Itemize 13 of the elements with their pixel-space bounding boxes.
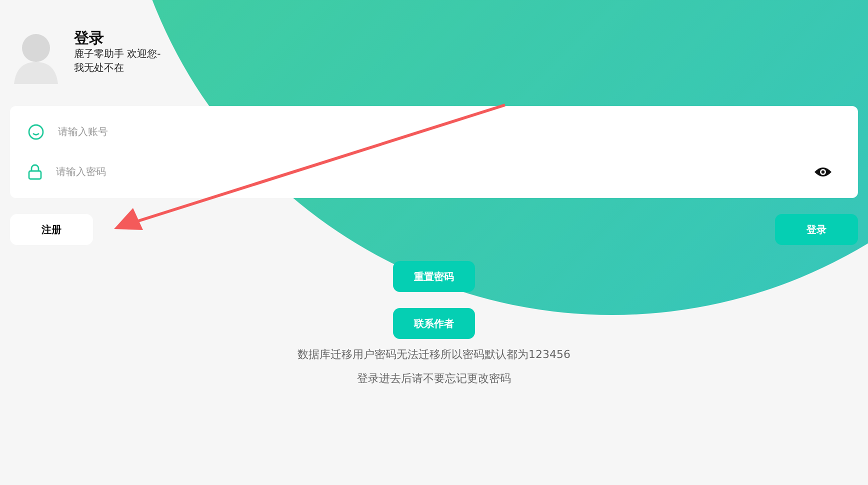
smiley-icon [28,124,44,140]
reset-password-button[interactable]: 重置密码 [393,261,475,292]
contact-author-button[interactable]: 联系作者 [393,308,475,339]
lock-icon [28,164,42,180]
page-title: 登录 [74,28,105,48]
notice-text: 登录进去后请不要忘记更改密码 [357,372,511,386]
register-button[interactable]: 注册 [10,214,93,245]
welcome-text: 鹿子零助手 欢迎您-我无处不在 [74,48,162,76]
notice-text: 数据库迁移用户密码无法迁移所以密码默认都为123456 [298,348,570,362]
login-button[interactable]: 登录 [775,214,858,245]
password-field[interactable]: 请输入密码 [54,166,802,178]
account-field[interactable]: 请输入账号 [56,126,832,138]
eye-icon[interactable] [814,166,832,178]
